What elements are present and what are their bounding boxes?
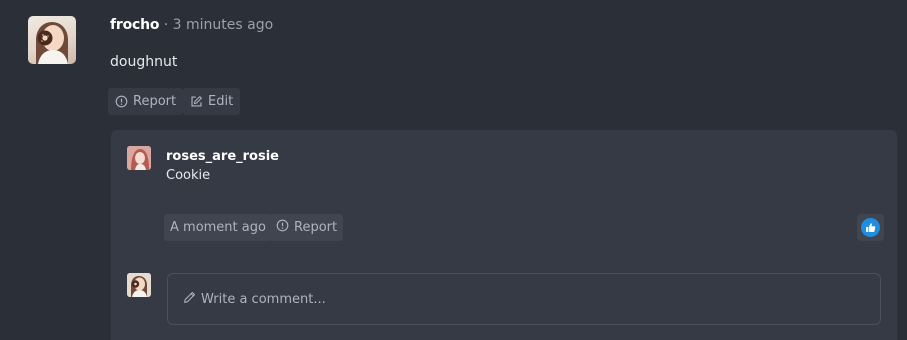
reply-report-button[interactable]: Report (270, 214, 344, 241)
edit-icon (190, 95, 203, 108)
comment-thread: frocho · 3 minutes ago doughnut Report E… (0, 0, 907, 340)
edit-button[interactable]: Edit (183, 88, 241, 115)
user-photo-icon (127, 273, 151, 297)
write-comment-input[interactable]: Write a comment... (167, 273, 881, 325)
alert-circle-icon (276, 219, 289, 236)
comment-header: frocho · 3 minutes ago (110, 17, 273, 33)
comment-text: doughnut (110, 54, 178, 70)
edit-label: Edit (208, 94, 234, 109)
report-label: Report (133, 94, 177, 109)
reply-timestamp-button[interactable]: A moment ago (164, 214, 272, 241)
comment-author[interactable]: frocho (110, 17, 160, 33)
reply-author[interactable]: roses_are_rosie (166, 149, 279, 164)
reply-avatar[interactable] (127, 146, 151, 170)
reply-text: Cookie (166, 168, 211, 183)
comment-timestamp[interactable]: 3 minutes ago (173, 17, 274, 33)
like-button[interactable] (857, 214, 884, 241)
thumbs-up-icon (861, 218, 880, 237)
replies-panel: roses_are_rosie Cookie A moment ago Repo… (111, 130, 897, 340)
reply-timestamp: A moment ago (170, 220, 266, 235)
comment-placeholder: Write a comment... (201, 291, 326, 307)
pencil-icon (183, 291, 196, 308)
separator: · (163, 17, 169, 33)
current-user-avatar[interactable] (127, 273, 151, 297)
user-photo-icon (36, 22, 68, 64)
alert-circle-icon (115, 95, 128, 108)
report-button[interactable]: Report (108, 88, 184, 115)
user-photo-icon (127, 146, 151, 170)
reply-report-label: Report (294, 220, 338, 235)
avatar[interactable] (28, 16, 76, 64)
